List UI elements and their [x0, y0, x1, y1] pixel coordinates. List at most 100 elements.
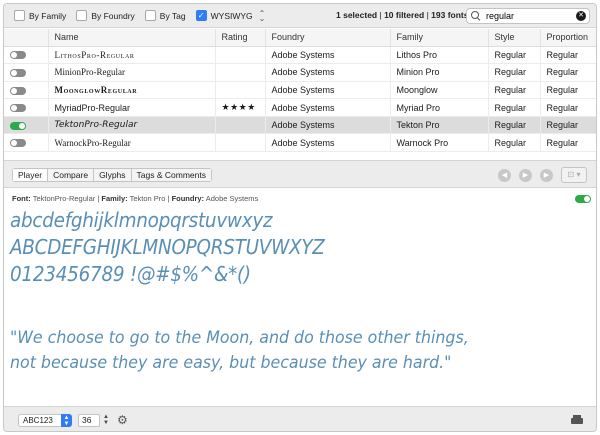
proportion-cell: Regular — [540, 116, 596, 135]
activation-toggle[interactable] — [10, 69, 26, 78]
clear-icon[interactable]: ✕ — [576, 11, 586, 21]
search-input[interactable] — [486, 11, 572, 21]
col-family[interactable]: Family — [390, 29, 489, 47]
rating-cell[interactable] — [215, 116, 266, 135]
filter-toolbar: By Family By Foundry By Tag ✓ WYSIWYG ⌃ ⌄… — [4, 4, 596, 28]
sample-text-value: ABC123 — [23, 416, 53, 425]
activation-toggle[interactable] — [10, 86, 26, 95]
gear-icon[interactable]: ⚙ — [117, 413, 128, 427]
font-manager-window: By Family By Foundry By Tag ✓ WYSIWYG ⌃ ⌄… — [3, 3, 597, 432]
rating-cell[interactable] — [215, 46, 266, 65]
rating-cell[interactable] — [215, 63, 266, 82]
family-cell: Warnock Pro — [390, 133, 489, 153]
font-table: Name Rating Foundry Family Style Proport… — [4, 29, 596, 153]
checkbox-icon[interactable] — [76, 10, 88, 21]
chevron-updown-icon[interactable]: ▲ ▼ — [61, 414, 72, 427]
search-field[interactable]: ✕ — [466, 8, 590, 24]
total-count: 193 fonts — [431, 10, 469, 20]
filter-by-family[interactable]: By Family — [14, 10, 66, 21]
toggle-cell — [4, 133, 49, 153]
bottom-toolbar: ABC123 ▲ ▼ 36 ▲ ▼ ⚙ — [4, 406, 596, 431]
play-icon[interactable]: ▶ — [519, 169, 532, 182]
back-icon[interactable]: ◀ — [498, 169, 511, 182]
printer-icon[interactable] — [571, 415, 583, 425]
chevron-updown-icon[interactable]: ⌃ ⌄ — [259, 9, 266, 22]
view-tabbar: Player Compare Glyphs Tags & Comments ◀ … — [4, 160, 596, 188]
col-toggle[interactable] — [4, 29, 49, 47]
preview-toggle[interactable] — [575, 195, 591, 203]
status-counts: 1 selected | 10 filtered | 193 fonts — [336, 10, 468, 20]
font-name: MinionPro-Regular — [48, 63, 216, 82]
activation-toggle[interactable] — [10, 139, 26, 148]
foundry-cell: Adobe Systems — [265, 63, 391, 82]
font-value: TektonPro-Regular — [32, 194, 96, 203]
rating-cell[interactable]: ★★★★ — [215, 98, 266, 117]
quote-sample: "We choose to go to the Moon, and do tho… — [10, 326, 596, 376]
table-row[interactable]: LithosPro-Regular Adobe Systems Lithos P… — [4, 46, 596, 65]
filter-label: By Tag — [159, 10, 186, 21]
family-cell: Lithos Pro — [390, 46, 489, 65]
checkbox-icon[interactable] — [14, 10, 25, 21]
style-cell: Regular — [488, 116, 541, 135]
style-cell: Regular — [488, 46, 541, 65]
foundry-cell: Adobe Systems — [265, 98, 391, 117]
uppercase-sample: ABCDEFGHIJKLMNOPQRSTUVWXYZ — [10, 235, 325, 259]
activation-toggle[interactable] — [10, 51, 26, 60]
font-name: LithosPro-Regular — [48, 46, 216, 65]
font-label: Font: — [12, 194, 31, 203]
quote-line: not because they are easy, but because t… — [10, 353, 452, 373]
sample-text-select[interactable]: ABC123 ▲ ▼ — [18, 414, 72, 427]
filter-label: WYSIWYG — [210, 10, 253, 21]
family-label: Family: — [101, 194, 128, 203]
col-rating[interactable]: Rating — [215, 29, 266, 47]
col-foundry[interactable]: Foundry — [265, 29, 391, 47]
toggle-cell — [4, 63, 49, 82]
table-row[interactable]: WarnockPro-Regular Adobe Systems Warnock… — [4, 133, 596, 153]
proportion-cell: Regular — [540, 46, 596, 65]
selected-count: 1 selected — [336, 10, 378, 20]
family-cell: Minion Pro — [390, 63, 489, 82]
proportion-cell: Regular — [540, 81, 596, 100]
search-icon — [471, 11, 481, 21]
lowercase-sample: abcdefghijklmnopqrstuvwxyz — [10, 208, 273, 232]
tab-glyphs[interactable]: Glyphs — [94, 169, 132, 181]
toggle-cell — [4, 116, 49, 135]
checkbox-icon[interactable] — [144, 10, 156, 21]
table-row[interactable]: MyriadPro-Regular ★★★★ Adobe Systems Myr… — [4, 98, 596, 117]
rating-cell[interactable] — [215, 133, 266, 153]
table-row[interactable]: MoonglowRegular Adobe Systems Moonglow R… — [4, 81, 596, 100]
proportion-cell: Regular — [540, 133, 596, 153]
font-name: TektonPro-Regular — [48, 116, 216, 135]
activation-toggle[interactable] — [10, 121, 26, 130]
tab-tags-comments[interactable]: Tags & Comments — [131, 169, 211, 181]
table-row-selected[interactable]: TektonPro-Regular Adobe Systems Tekton P… — [4, 116, 596, 135]
font-size-field[interactable]: 36 — [78, 414, 100, 427]
forward-icon[interactable]: ▶ — [540, 169, 553, 182]
toggle-cell — [4, 81, 49, 100]
filter-by-foundry[interactable]: By Foundry — [76, 10, 135, 21]
family-cell: Moonglow — [390, 81, 489, 100]
activation-toggle[interactable] — [10, 104, 26, 113]
family-value: Tekton Pro — [129, 194, 166, 203]
style-cell: Regular — [488, 98, 541, 117]
style-cell: Regular — [488, 133, 541, 153]
checkmark-icon[interactable]: ✓ — [195, 10, 207, 21]
table-row[interactable]: MinionPro-Regular Adobe Systems Minion P… — [4, 63, 596, 82]
col-proportion[interactable]: Proportion — [540, 29, 596, 47]
proportion-cell: Regular — [540, 98, 596, 117]
filter-wysiwyg[interactable]: ✓ WYSIWYG — [195, 10, 253, 21]
font-name: WarnockPro-Regular — [48, 133, 216, 153]
toggle-cell — [4, 46, 49, 65]
foundry-cell: Adobe Systems — [265, 116, 391, 135]
camera-icon[interactable]: ⊡ ▾ — [561, 167, 587, 183]
col-name[interactable]: Name — [48, 29, 216, 47]
table-header: Name Rating Foundry Family Style Proport… — [4, 29, 596, 47]
foundry-cell: Adobe Systems — [265, 81, 391, 100]
font-info-line: Font: TektonPro-Regular | Family: Tekton… — [12, 194, 259, 203]
tab-compare[interactable]: Compare — [48, 169, 95, 181]
size-stepper-icon[interactable]: ▲ ▼ — [103, 414, 109, 426]
col-style[interactable]: Style — [488, 29, 541, 47]
tab-player[interactable]: Player — [13, 169, 49, 181]
rating-cell[interactable] — [215, 81, 266, 100]
filter-by-tag[interactable]: By Tag — [144, 10, 186, 21]
